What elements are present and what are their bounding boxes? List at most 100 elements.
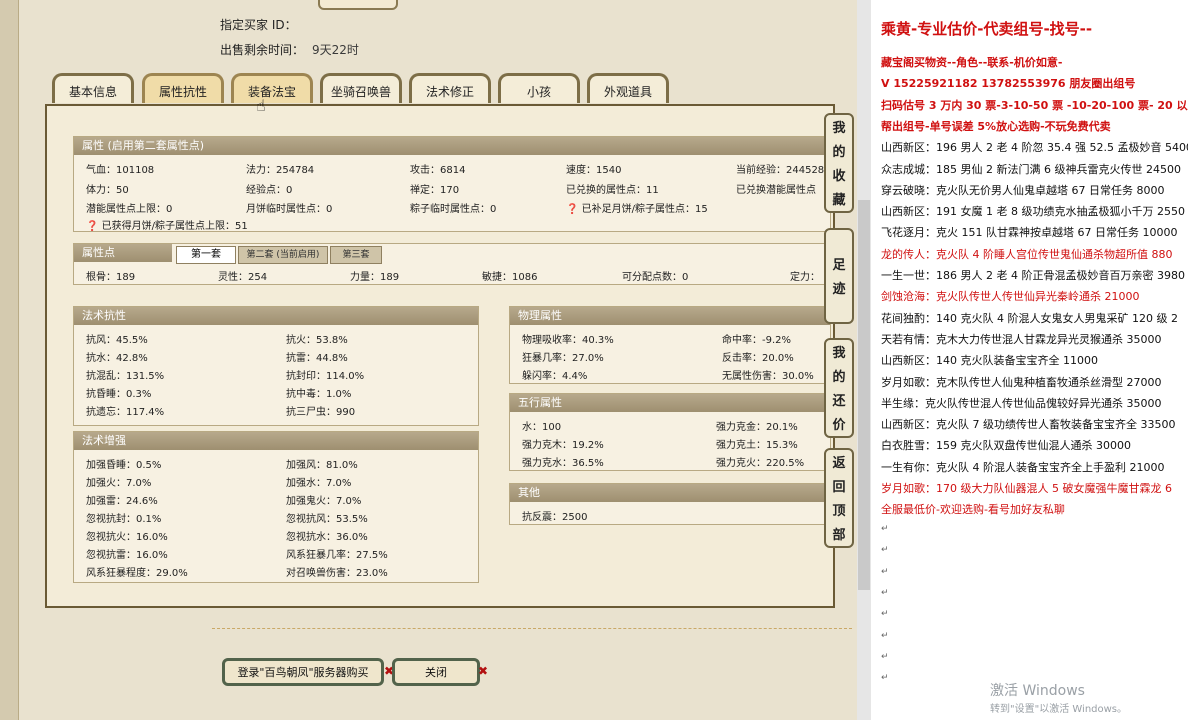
top-button[interactable] <box>318 0 398 10</box>
game-window: 指定买家 ID： 出售剩余时间： 9天22时 基本信息 属性抗性 装备法宝 坐骑召… <box>0 0 860 720</box>
resist-cell: 抗混乱：131.5% <box>86 371 165 382</box>
enhance-cell: 忽视抗封：0.1% <box>86 514 162 525</box>
enhance-cell: 加强昏睡：0.5% <box>86 460 162 471</box>
resist-cell: 抗水：42.8% <box>86 353 148 364</box>
points-tab-3[interactable]: 第三套 <box>330 246 382 264</box>
enhance-cell: 风系狂暴程度：29.0% <box>86 568 188 579</box>
tab-attributes[interactable]: 属性抗性 <box>142 73 224 103</box>
enhance-cell: 忽视抗火：16.0% <box>86 532 168 543</box>
physical-cell: 无属性伤害：30.0% <box>722 371 814 382</box>
resist-cell: 抗风：45.5% <box>86 335 148 346</box>
time-left-value: 9天22时 <box>312 43 359 57</box>
time-left-label: 出售剩余时间： 9天22时 <box>220 43 359 57</box>
attr-mooncake-temp: 月饼临时属性点：0 <box>246 204 333 215</box>
attr-exp: 当前经验：244528 <box>736 165 825 176</box>
close-button[interactable]: 关闭 <box>392 658 480 686</box>
points-box: 属性点 第一套 第二套 (当前启用) 第三套 根骨：189 灵性：254 力量：… <box>73 243 831 285</box>
note-line: 山西新区：140 克火队装备宝宝齐全 11000 <box>881 354 1098 368</box>
note-line: 白衣胜雪：159 克火队双盘传世仙混人通杀 30000 <box>881 439 1131 453</box>
physical-box: 物理属性 物理吸收率：40.3% 命中率：-9.2% 狂暴几率：27.0% 反击… <box>509 306 831 384</box>
window-edge <box>0 0 19 720</box>
paragraph-mark-icon: ↵ <box>881 587 889 598</box>
enhance-cell: 忽视抗雷：16.0% <box>86 550 168 561</box>
resist-cell: 抗雷：44.8% <box>286 353 348 364</box>
resist-header: 法术抗性 <box>74 307 478 325</box>
five-elements-box: 五行属性 水：100 强力克金：20.1% 强力克木：19.2% 强力克土：15… <box>509 393 831 471</box>
tab-child[interactable]: 小孩 <box>498 73 580 103</box>
attr-box: 属性 (启用第二套属性点) 气血：101108 法力：254784 攻击：681… <box>73 136 831 232</box>
enhance-cell: 风系狂暴几率：27.5% <box>286 550 388 561</box>
paragraph-mark-icon: ↵ <box>881 545 889 556</box>
note-line: 山西新区：191 女魔 1 老 8 级功绩克水抽孟极狐小千万 2550 <box>881 205 1185 219</box>
enhance-cell: 加强雷：24.6% <box>86 496 158 507</box>
points-spirit: 灵性：254 <box>218 272 268 283</box>
attr-exchanged: 已兑换的属性点：11 <box>566 185 659 196</box>
note-line: 一生有你：克火队 4 阶混人装备宝宝齐全上手盈利 21000 <box>881 460 1165 474</box>
tab-equipment[interactable]: 装备法宝 <box>231 73 313 103</box>
attr-exchanged-potential: 已兑换潜能属性点 <box>736 185 816 196</box>
enhance-cell: 加强火：7.0% <box>86 478 152 489</box>
points-agility: 敏捷：1086 <box>482 272 538 283</box>
note-line: 花间独酌：140 克火队 4 阶混人女鬼女人男鬼采矿 120 级 2 <box>881 311 1178 325</box>
other-box: 其他 抗反震：2500 <box>509 483 831 525</box>
points-strength: 力量：189 <box>350 272 400 283</box>
resist-cell: 抗中毒：1.0% <box>286 389 352 400</box>
five-header: 五行属性 <box>510 394 830 412</box>
attr-speed: 速度：1540 <box>566 165 622 176</box>
paragraph-mark-icon: ↵ <box>881 673 889 684</box>
tab-spell-mod[interactable]: 法术修正 <box>409 73 491 103</box>
paragraph-mark-icon: ↵ <box>881 651 889 662</box>
points-tab-2[interactable]: 第二套 (当前启用) <box>238 246 328 264</box>
note-line: 藏宝阁买物资--角色--联系-机价如意- <box>881 56 1063 69</box>
points-tab-1[interactable]: 第一套 <box>176 246 236 264</box>
resist-cell: 抗三尸虫：990 <box>286 407 356 418</box>
tab-basic-info[interactable]: 基本信息 <box>52 73 134 103</box>
login-buy-button[interactable]: 登录"百鸟朝凤"服务器购买 <box>222 658 384 686</box>
other-cell: 抗反震：2500 <box>522 512 588 523</box>
points-constitution: 根骨：189 <box>86 272 136 283</box>
enhance-cell: 对召唤兽伤害：23.0% <box>286 568 388 579</box>
note-line: 一生一世：186 男人 2 老 4 阶正骨混孟极妙音百万亲密 3980 <box>881 269 1185 282</box>
five-cell: 水：100 <box>522 422 562 433</box>
attributes-panel: 属性 (启用第二套属性点) 气血：101108 法力：254784 攻击：681… <box>45 104 835 608</box>
help-icon: ❓ <box>566 204 579 215</box>
points-header: 属性点 <box>74 244 172 262</box>
enhance-cell: 加强风：81.0% <box>286 460 358 471</box>
back-to-top-button[interactable]: 返回顶部 <box>824 448 854 548</box>
note-line: 飞花逐月：克火 151 队甘霖神按卓越塔 67 日常任务 10000 <box>881 226 1178 240</box>
five-cell: 强力克土：15.3% <box>716 440 798 451</box>
attr-stamina: 体力：50 <box>86 185 129 196</box>
attr-obtained-max: ❓ 已获得月饼/粽子属性点上限：51 <box>86 221 248 232</box>
physical-cell: 命中率：-9.2% <box>722 335 792 346</box>
scrollbar[interactable] <box>857 0 871 720</box>
attr-zongzi-temp: 粽子临时属性点：0 <box>410 204 497 215</box>
divider <box>212 628 852 629</box>
note-line: 山西新区：克火队 7 级功绩传世人畜牧装备宝宝齐全 33500 <box>881 418 1176 432</box>
other-header: 其他 <box>510 484 830 502</box>
scrollbar-thumb[interactable] <box>858 200 870 590</box>
paragraph-mark-icon: ↵ <box>881 630 889 641</box>
attr-attack: 攻击：6814 <box>410 165 466 176</box>
tab-mounts[interactable]: 坐骑召唤兽 <box>320 73 402 103</box>
hand-cursor-icon: ☝ <box>256 96 266 115</box>
side-label: 足迹 <box>832 258 846 297</box>
my-favorites-button[interactable]: 我的收藏 <box>824 113 854 213</box>
note-line: 龙的传人：克火队 4 阶睡人宫位传世鬼仙通杀物超所值 880 <box>881 247 1173 261</box>
attr-exp-points: 经验点：0 <box>246 185 293 196</box>
enhance-cell: 忽视抗水：36.0% <box>286 532 368 543</box>
notes-title: 乘黄-专业估价-代卖组号-找号-- <box>881 20 1093 38</box>
attr-filled: ❓ 已补足月饼/粽子属性点：15 <box>566 204 708 215</box>
resist-cell: 抗火：53.8% <box>286 335 348 346</box>
physical-cell: 物理吸收率：40.3% <box>522 335 614 346</box>
tab-appearance[interactable]: 外观道具 <box>587 73 669 103</box>
resist-cell: 抗封印：114.0% <box>286 371 365 382</box>
footprints-button[interactable]: 足迹 <box>824 228 854 324</box>
note-line: 半生缘：克火队传世混人传世仙品傀较好异光通杀 35000 <box>881 396 1162 410</box>
note-line: 众志成城：185 男仙 2 新法门满 6 级神兵雷克火传世 24500 <box>881 162 1181 176</box>
side-label: 返回顶部 <box>832 456 846 543</box>
note-line: 天若有情：克木大力传世混人甘霖龙异光灵猴通杀 35000 <box>881 332 1162 346</box>
points-focus: 定力： <box>790 272 820 283</box>
my-counteroffers-button[interactable]: 我的还价 <box>824 338 854 438</box>
note-line: 帮出组号-单号误差 5%放心选购-不玩免费代卖 <box>881 119 1111 133</box>
paragraph-mark-icon: ↵ <box>881 609 889 620</box>
